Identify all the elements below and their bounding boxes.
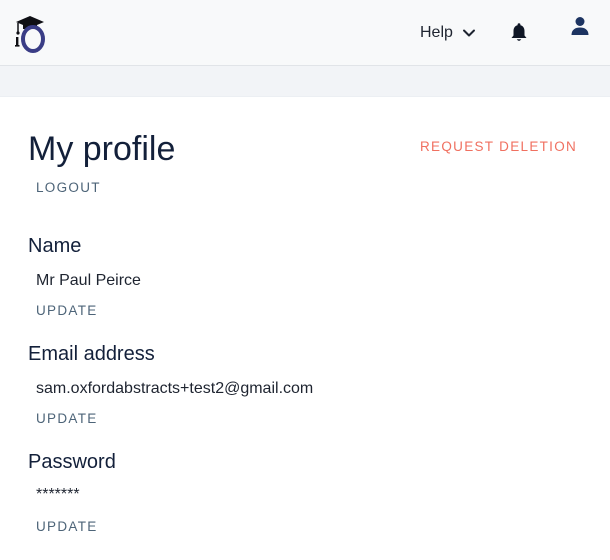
oxford-abstracts-logo[interactable] xyxy=(12,12,52,54)
chevron-down-icon xyxy=(462,26,476,40)
update-email-button[interactable]: UPDATE xyxy=(36,411,98,426)
secondary-bar xyxy=(0,66,610,97)
name-value: Mr Paul Peirce xyxy=(36,272,141,289)
email-label: Email address xyxy=(28,343,155,365)
update-password-button[interactable]: UPDATE xyxy=(36,519,98,534)
logout-button[interactable]: LOGOUT xyxy=(36,180,101,195)
bell-icon[interactable] xyxy=(508,22,530,44)
password-label: Password xyxy=(28,451,116,473)
email-value: sam.oxfordabstracts+test2@gmail.com xyxy=(36,380,314,397)
name-label: Name xyxy=(28,235,82,257)
logo-icon xyxy=(15,16,45,53)
help-label: Help xyxy=(420,24,453,41)
help-menu-button[interactable]: Help xyxy=(420,20,476,46)
user-icon[interactable] xyxy=(568,14,592,38)
top-navbar: Help xyxy=(0,0,610,66)
request-deletion-button[interactable]: REQUEST DELETION xyxy=(420,139,577,154)
password-value: ******* xyxy=(36,486,80,503)
update-name-button[interactable]: UPDATE xyxy=(36,303,98,318)
page-title: My profile xyxy=(28,130,176,168)
